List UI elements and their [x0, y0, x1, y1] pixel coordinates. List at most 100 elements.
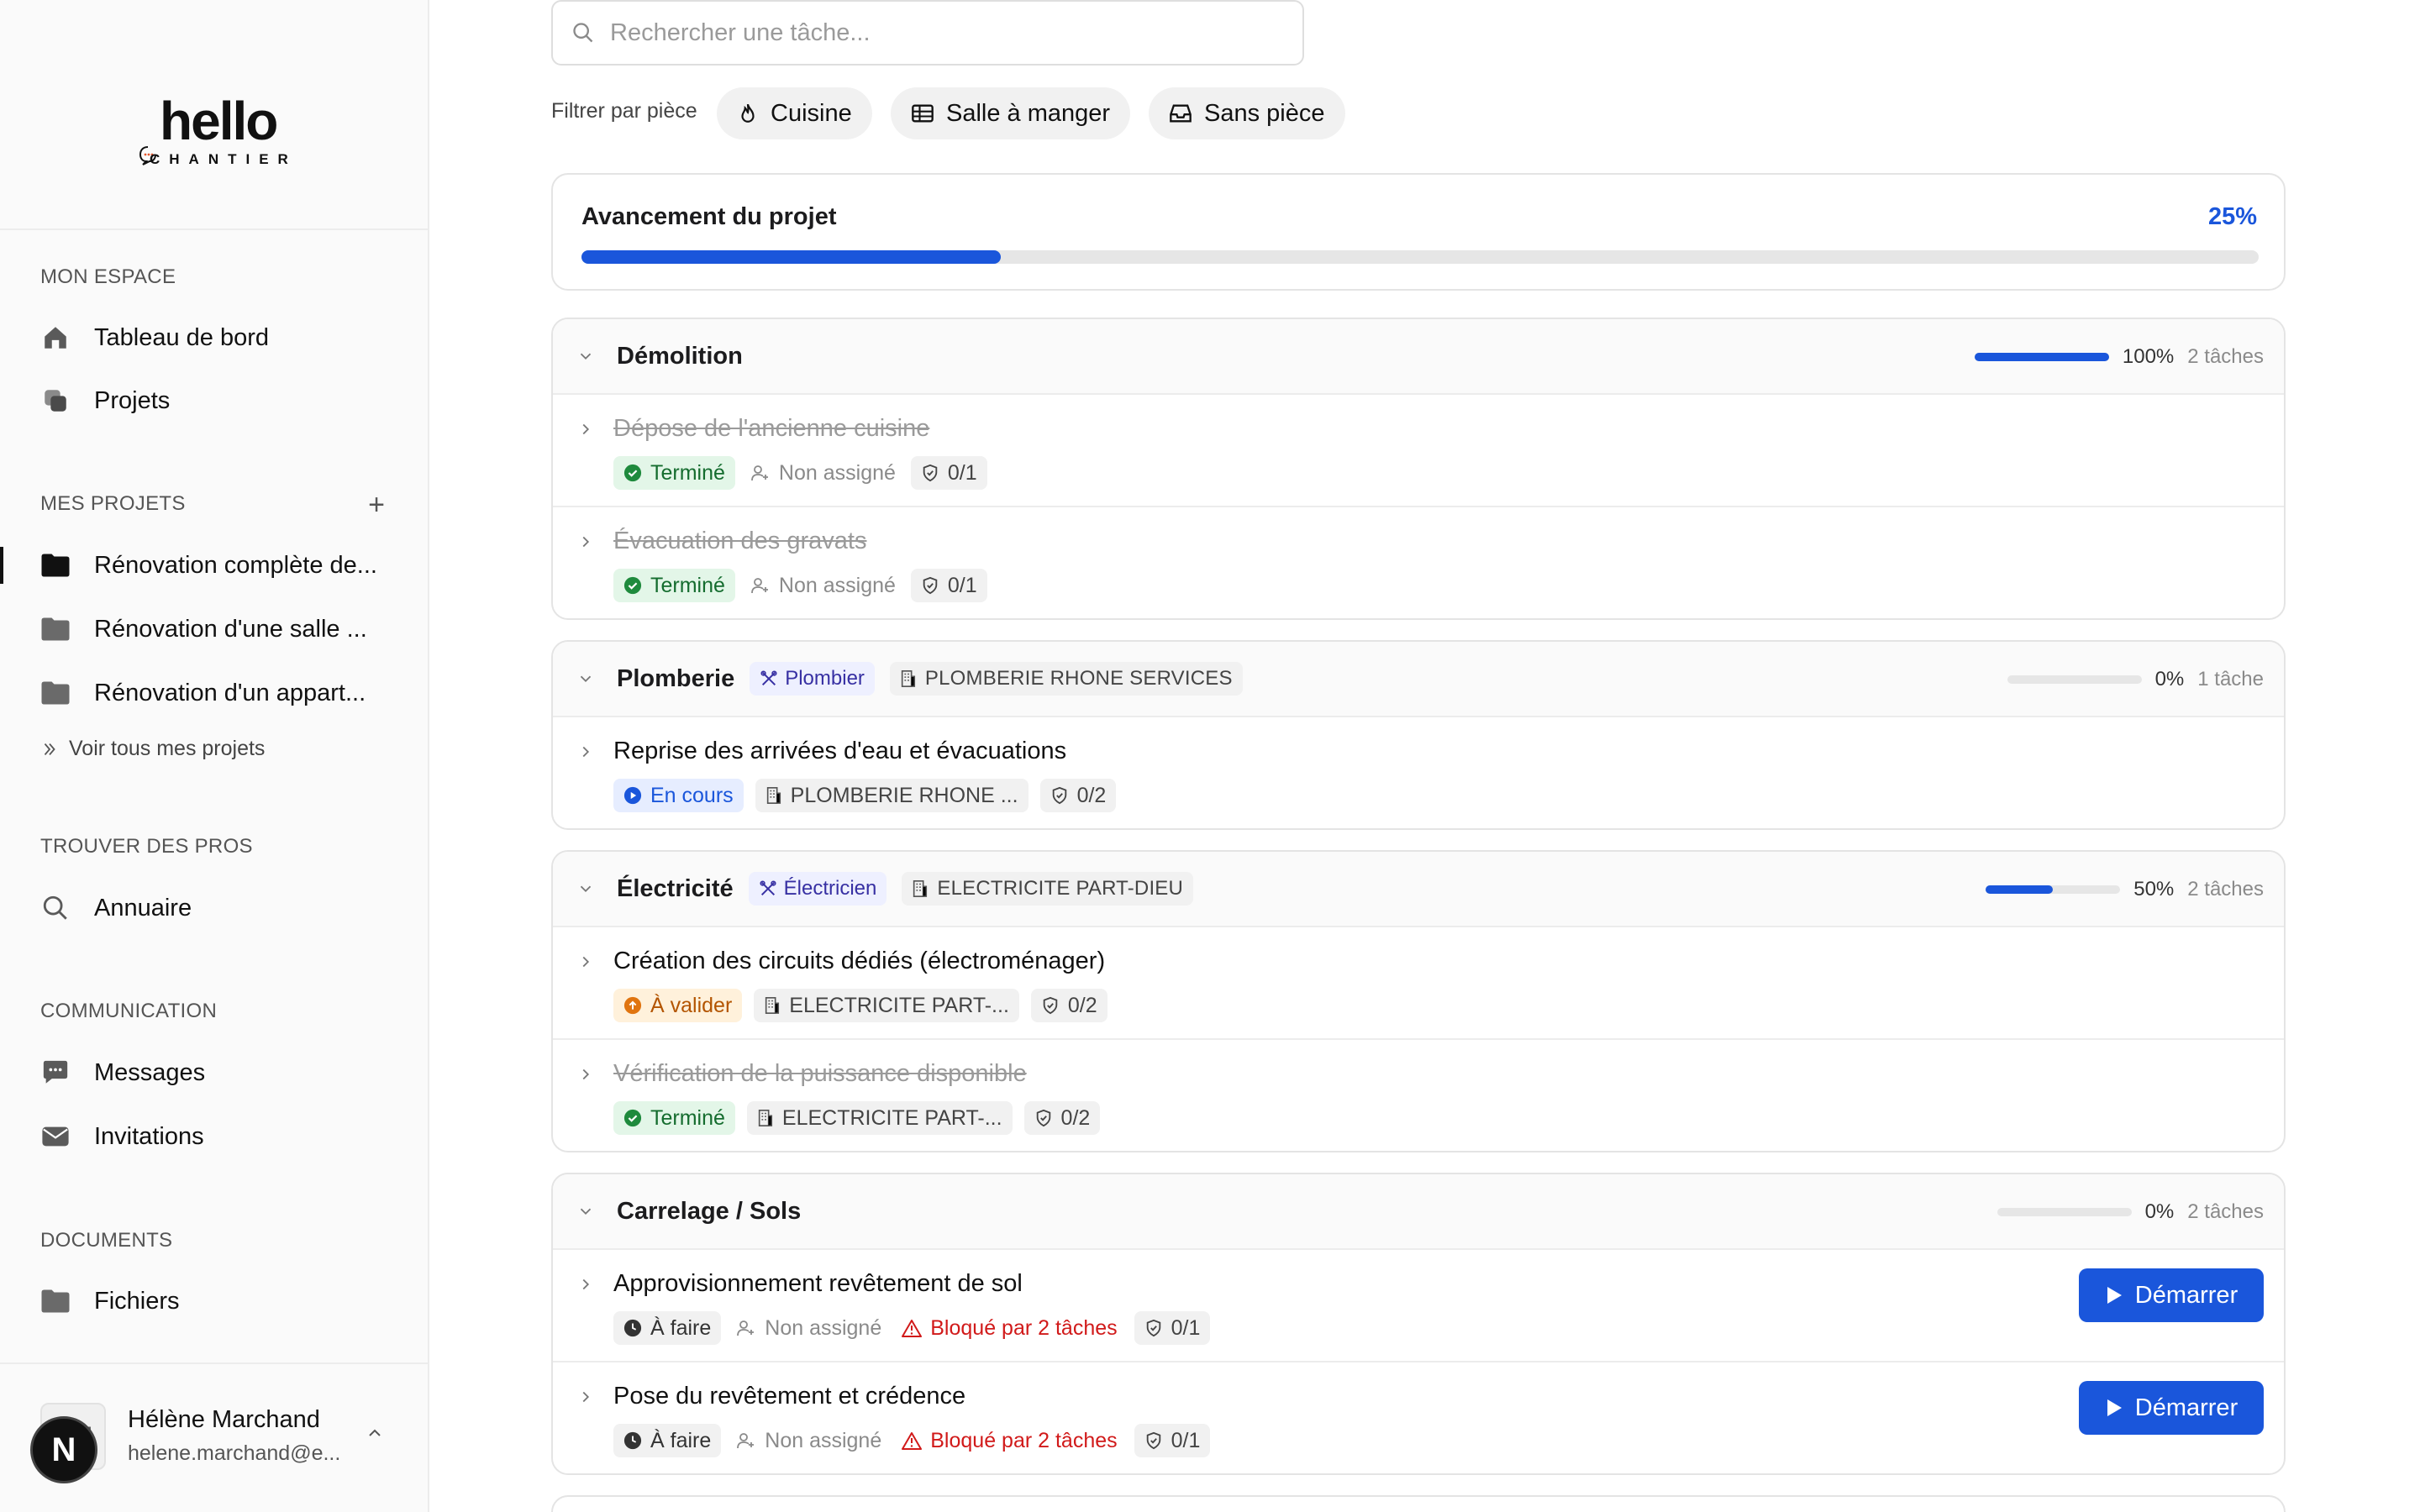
filter-label: Filtrer par pièce [551, 99, 697, 123]
company-tag: PLOMBERIE RHONE SERVICES [889, 662, 1243, 696]
group-header[interactable]: Carrelage / Sols 0% 2 tâches [553, 1174, 2284, 1250]
user-plus-icon [737, 1433, 755, 1449]
sidebar-project-2[interactable]: Rénovation d'une salle ... [40, 604, 367, 654]
dev-badge[interactable]: N [30, 1416, 97, 1483]
brand-logo[interactable]: hello CHANTIER [134, 92, 302, 176]
group-header[interactable]: Électricité Électricien ELECTRICITE PART… [553, 852, 2284, 927]
sidebar-item-label: Rénovation complète de... [94, 551, 377, 579]
task-row[interactable]: Pose du revêtement et crédence À faire N… [553, 1362, 2284, 1473]
filter-chip-no-room[interactable]: Sans pièce [1149, 87, 1345, 139]
section-my-projects: MES PROJETS [40, 492, 186, 515]
chevron-right-icon [582, 423, 590, 435]
assignee: ELECTRICITE PART-... [746, 1101, 1013, 1135]
assignee-label: PLOMBERIE RHONE ... [790, 783, 1018, 807]
group-header[interactable]: Plomberie Plombier PLOMBERIE RHONE SERVI… [553, 642, 2284, 717]
project-progress-card: Avancement du projet 25% [551, 173, 2286, 291]
task-row[interactable]: Vérification de la puissance disponible … [553, 1040, 2284, 1151]
assignee-label: Non assigné [778, 460, 896, 485]
shield-check-icon [1043, 996, 1058, 1015]
start-label: Démarrer [2134, 1281, 2238, 1309]
add-project-button[interactable]: + [363, 491, 390, 519]
user-plus-icon [751, 578, 768, 594]
sidebar-item-label: Projets [94, 386, 171, 414]
building-icon [766, 787, 781, 804]
group-percent: 0% [2154, 668, 2185, 690]
sidebar-item-dashboard[interactable]: Tableau de bord [40, 312, 269, 363]
status-badge: À faire [613, 1311, 722, 1345]
user-menu[interactable]: HM Hélène Marchand helene.marchand@e... [40, 1394, 410, 1478]
status-label: En cours [650, 783, 734, 807]
clock-icon [623, 1319, 642, 1337]
status-badge: À valider [613, 989, 743, 1022]
chevron-right-icon [582, 1391, 590, 1403]
chevron-down-icon [580, 885, 592, 893]
user-email: helene.marchand@e... [128, 1441, 341, 1465]
sidebar-item-messages[interactable]: Messages [40, 1047, 205, 1098]
start-label: Démarrer [2134, 1394, 2238, 1421]
task-group-demolition: Démolition 100% 2 tâches Dépose de l'anc… [551, 318, 2286, 620]
assignee-label: ELECTRICITE PART-... [789, 993, 1009, 1017]
assignee: Non assigné [733, 1424, 885, 1457]
task-row[interactable]: Reprise des arrivées d'eau et évacuation… [553, 717, 2284, 828]
task-title: Évacuation des gravats [613, 528, 867, 554]
status-badge: Terminé [613, 1101, 735, 1135]
task-group-flooring: Carrelage / Sols 0% 2 tâches Approvision… [551, 1173, 2286, 1475]
task-title: Dépose de l'ancienne cuisine [613, 415, 930, 442]
see-all-projects-link[interactable]: Voir tous mes projets [40, 737, 265, 761]
group-percent: 50% [2133, 878, 2175, 900]
task-search[interactable] [551, 0, 1304, 66]
search-input[interactable] [610, 18, 1265, 47]
tools-icon [760, 670, 777, 686]
user-name: Hélène Marchand [128, 1406, 320, 1433]
chip-label: Cuisine [771, 99, 852, 127]
status-badge: À faire [613, 1424, 722, 1457]
assignee-label: Non assigné [778, 573, 896, 597]
group-name: Électricité [617, 874, 734, 902]
task-row[interactable]: Création des circuits dédiés (électromén… [553, 927, 2284, 1040]
start-task-button[interactable]: Démarrer [2079, 1381, 2264, 1435]
warning-icon [902, 1320, 923, 1337]
tools-icon [760, 880, 776, 896]
assignee-label: ELECTRICITE PART-... [781, 1105, 1002, 1130]
checks-count: 0/2 [1023, 1101, 1101, 1135]
chevron-right-icon [582, 1278, 590, 1290]
user-plus-icon [751, 465, 768, 481]
task-group-electricity: Électricité Électricien ELECTRICITE PART… [551, 850, 2286, 1152]
checks-label: 0/1 [947, 460, 977, 485]
sidebar-project-3[interactable]: Rénovation d'un appart... [40, 668, 366, 718]
group-progress-track [1974, 353, 2109, 361]
filter-chip-dining-room[interactable]: Salle à manger [891, 87, 1131, 139]
sidebar-item-invitations[interactable]: Invitations [40, 1111, 204, 1162]
company-tag: ELECTRICITE PART-DIEU [902, 872, 1194, 906]
sidebar-item-label: Rénovation d'une salle ... [94, 615, 367, 643]
status-badge: Terminé [613, 569, 735, 602]
sidebar-item-label: Rénovation d'un appart... [94, 679, 366, 706]
group-header[interactable]: Démolition 100% 2 tâches [553, 319, 2284, 395]
chip-label: Sans pièce [1204, 99, 1325, 127]
task-row[interactable]: Approvisionnement revêtement de sol À fa… [553, 1250, 2284, 1362]
chevron-right-icon [582, 746, 590, 758]
sidebar-item-label: Tableau de bord [94, 323, 269, 351]
sidebar-item-files[interactable]: Fichiers [40, 1276, 180, 1326]
checks-count: 0/1 [1134, 1311, 1211, 1345]
shield-check-icon [923, 576, 938, 595]
play-circle-icon [623, 786, 642, 805]
status-label: Terminé [650, 1105, 725, 1130]
task-group-plumbing: Plomberie Plombier PLOMBERIE RHONE SERVI… [551, 640, 2286, 830]
sidebar-item-projects[interactable]: Projets [40, 375, 170, 426]
sidebar-project-1[interactable]: Rénovation complète de... [0, 540, 377, 591]
sidebar-divider [0, 1362, 429, 1364]
sidebar-item-directory[interactable]: Annuaire [40, 883, 192, 933]
inbox-icon [1170, 104, 1192, 123]
shield-check-icon [923, 464, 938, 482]
start-task-button[interactable]: Démarrer [2079, 1268, 2264, 1322]
filter-chip-kitchen[interactable]: Cuisine [717, 87, 872, 139]
status-label: Terminé [650, 460, 725, 485]
copy-icon [40, 386, 71, 416]
group-progress-track [1996, 1208, 2132, 1216]
status-label: Terminé [650, 573, 725, 597]
arrow-up-circle-icon [623, 996, 642, 1015]
task-row[interactable]: Évacuation des gravats Terminé Non assig… [553, 507, 2284, 618]
chevron-down-icon [580, 675, 592, 683]
task-row[interactable]: Dépose de l'ancienne cuisine Terminé Non… [553, 395, 2284, 507]
